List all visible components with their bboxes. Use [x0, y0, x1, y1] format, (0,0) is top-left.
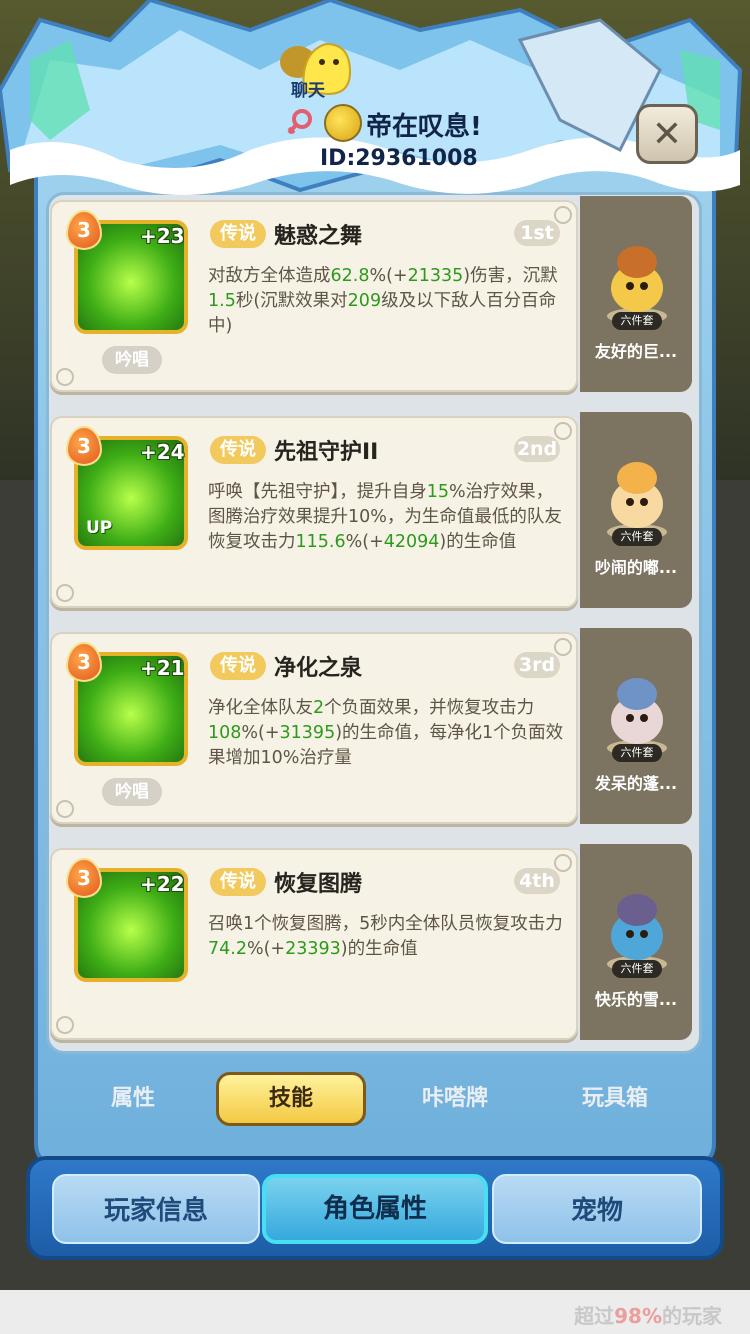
corner-decoration: [56, 1016, 74, 1034]
player-avatar[interactable]: [324, 104, 362, 142]
tab-toybox[interactable]: 玩具箱: [540, 1072, 690, 1126]
pet-slot[interactable]: 六件套 发呆的蓬...: [580, 628, 692, 824]
nav-player-info[interactable]: 玩家信息: [52, 1174, 260, 1244]
skill-plus-level: +23: [140, 224, 185, 248]
skill-description: 净化全体队友2个负面效果，并恢复攻击力108%(+31395)的生命值，每净化1…: [208, 696, 566, 771]
tab-bar: 属性 技能 咔嗒牌 玩具箱: [50, 1066, 700, 1130]
pet-slot[interactable]: 六件套 吵闹的嘟...: [580, 412, 692, 608]
rank-text: 超过98%的玩家: [574, 1304, 722, 1328]
desc-text: %(+: [241, 723, 280, 743]
rarity-tag: 传说: [210, 652, 266, 680]
skill-description: 对敌方全体造成62.8%(+21335)伤害，沉默1.5秒(沉默效果对209级及…: [208, 264, 566, 339]
pet-name: 吵闹的嘟...: [594, 558, 678, 577]
desc-text: 召唤1个恢复图腾，5秒内全体队员恢复攻击力: [208, 914, 563, 934]
corner-decoration: [56, 368, 74, 386]
skill-description: 召唤1个恢复图腾，5秒内全体队员恢复攻击力 74.2%(+23393)的生命值: [208, 912, 566, 962]
desc-text: )伤害，沉默: [463, 266, 558, 286]
desc-value: 1.5: [208, 291, 236, 311]
pet-set-badge: 六件套: [612, 312, 662, 330]
desc-text: )的生命值: [439, 532, 517, 552]
skill-order-badge: 2nd: [514, 436, 560, 462]
upgrade-label: UP: [86, 518, 113, 538]
tab-card[interactable]: 咔嗒牌: [380, 1072, 530, 1126]
desc-text: 净化全体队友: [208, 698, 313, 718]
skill-order-badge: 4th: [514, 868, 560, 894]
skill-card[interactable]: UP 3 +24 传说 先祖守护II 2nd 呼唤【先祖守护】，提升自身15%治…: [50, 416, 578, 608]
desc-text: %(+: [369, 266, 408, 286]
pet-name: 友好的巨...: [594, 342, 678, 361]
desc-text: %(+: [345, 532, 384, 552]
background-bottom: 超过98%的玩家: [0, 1290, 750, 1334]
desc-value: 115.6: [295, 532, 346, 552]
desc-text: 呼唤【先祖守护】，提升自身: [208, 482, 427, 502]
skill-plus-level: +22: [140, 872, 185, 896]
skill-name: 净化之泉: [274, 656, 363, 681]
skill-order-badge: 1st: [514, 220, 560, 246]
desc-text: )的生命值: [340, 939, 418, 959]
pet-set-badge: 六件套: [612, 528, 662, 546]
skill-card[interactable]: 3 +22 传说 恢复图腾 4th 召唤1个恢复图腾，5秒内全体队员恢复攻击力 7…: [50, 848, 578, 1040]
desc-value: 15: [426, 482, 450, 502]
chat-label[interactable]: 聊天: [268, 76, 348, 101]
pet-set-badge: 六件套: [612, 960, 662, 978]
skill-level-badge: 3: [66, 210, 102, 250]
pet-set-badge: 六件套: [612, 744, 662, 762]
desc-text: 对敌方全体造成: [208, 266, 331, 286]
rarity-tag: 传说: [210, 436, 266, 464]
skill-name: 先祖守护II: [274, 440, 379, 465]
skill-description: 呼唤【先祖守护】，提升自身15%治疗效果，图腾治疗效果提升10%，为生命值最低的…: [208, 480, 566, 555]
nav-pets[interactable]: 宠物: [492, 1174, 702, 1244]
tab-attributes[interactable]: 属性: [58, 1072, 208, 1126]
corner-decoration: [56, 584, 74, 602]
skill-order-badge: 3rd: [514, 652, 560, 678]
chant-badge: 吟唱: [102, 346, 162, 374]
skill-plus-level: +24: [140, 440, 185, 464]
skill-level-badge: 3: [66, 426, 102, 466]
desc-value: 31395: [279, 723, 336, 743]
skill-plus-level: +21: [140, 656, 185, 680]
tab-skills[interactable]: 技能: [216, 1072, 366, 1126]
rarity-tag: 传说: [210, 220, 266, 248]
bottom-nav: 玩家信息 角色属性 宠物: [26, 1156, 724, 1260]
desc-value: 74.2: [208, 939, 247, 959]
desc-value: 21335: [407, 266, 464, 286]
desc-value: 209: [347, 291, 382, 311]
pet-slot[interactable]: 六件套 友好的巨...: [580, 196, 692, 392]
close-button[interactable]: ✕: [636, 104, 698, 164]
corner-decoration: [554, 854, 572, 872]
corner-decoration: [554, 638, 572, 656]
chant-badge: 吟唱: [102, 778, 162, 806]
desc-value: 2: [313, 698, 325, 718]
desc-value: 23393: [285, 939, 341, 959]
pet-slot[interactable]: 六件套 快乐的雪...: [580, 844, 692, 1040]
desc-value: 62.8: [330, 266, 370, 286]
skill-level-badge: 3: [66, 642, 102, 682]
skill-name: 魅惑之舞: [274, 224, 363, 249]
skill-card[interactable]: 3 +21 吟唱 传说 净化之泉 3rd 净化全体队友2个负面效果，并恢复攻击力…: [50, 632, 578, 824]
pet-name: 快乐的雪...: [594, 990, 678, 1009]
skill-level-badge: 3: [66, 858, 102, 898]
pet-name: 发呆的蓬...: [594, 774, 678, 793]
corner-decoration: [56, 800, 74, 818]
rarity-tag: 传说: [210, 868, 266, 896]
gender-icon: [287, 109, 312, 135]
skill-card[interactable]: 3 +23 吟唱 传说 魅惑之舞 1st 对敌方全体造成62.8%(+21335…: [50, 200, 578, 392]
desc-value: 42094: [383, 532, 440, 552]
player-name: 帝在叹息!: [366, 112, 482, 142]
desc-text: %(+: [246, 939, 286, 959]
header: 聊天 帝在叹息! ID:29361008 ✕: [0, 0, 750, 180]
desc-text: 秒(沉默效果对: [235, 291, 348, 311]
player-id: ID:29361008: [320, 146, 478, 171]
corner-decoration: [554, 206, 572, 224]
desc-value: 108: [208, 723, 242, 743]
nav-character-attributes[interactable]: 角色属性: [262, 1174, 488, 1244]
corner-decoration: [554, 422, 572, 440]
desc-text: 个负面效果，并恢复攻击力: [324, 698, 535, 718]
skill-name: 恢复图腾: [274, 872, 363, 897]
